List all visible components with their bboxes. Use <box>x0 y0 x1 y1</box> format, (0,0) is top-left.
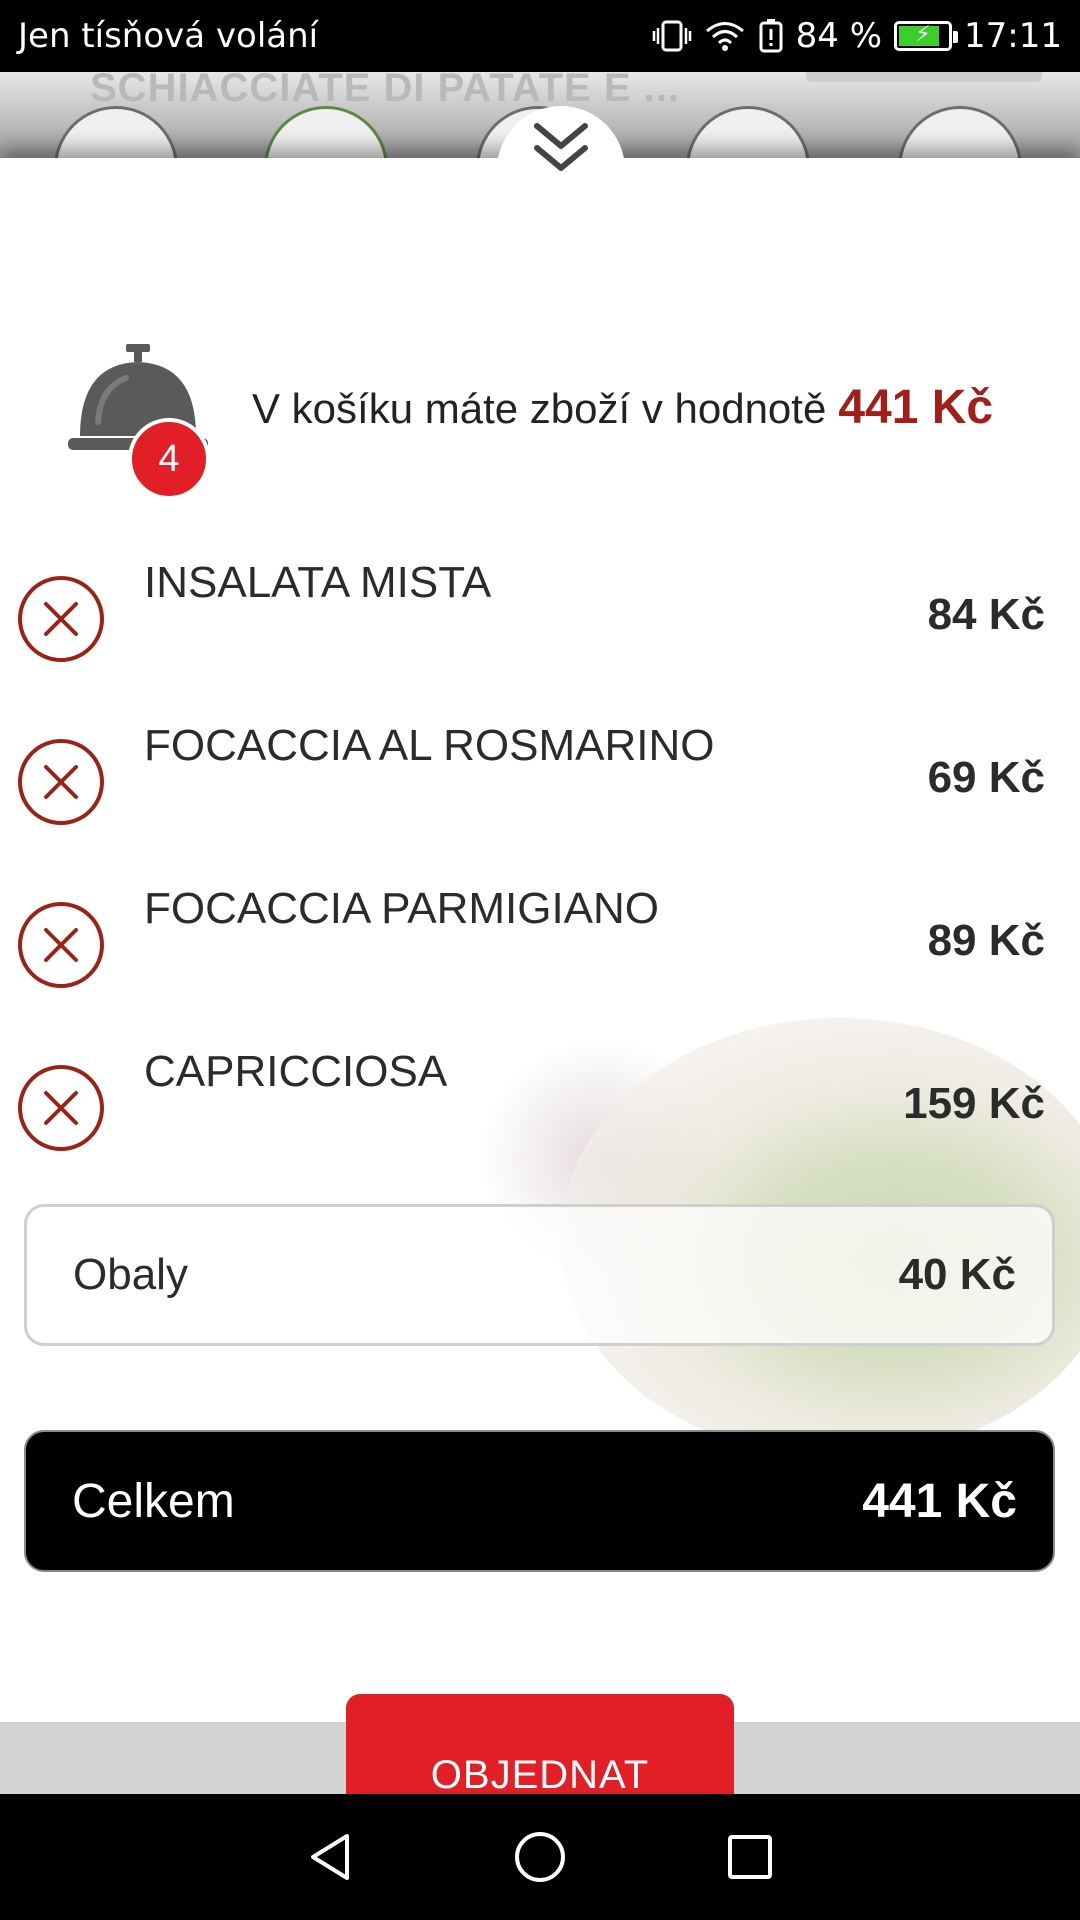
close-icon <box>44 602 78 636</box>
total-label: Celkem <box>72 1474 235 1528</box>
battery-percent: 84 % <box>795 16 883 56</box>
remove-item-button[interactable] <box>18 739 104 825</box>
cart-summary-text: V košíku máte zboží v hodnotě <box>252 385 827 432</box>
home-icon <box>515 1832 565 1882</box>
status-bar: Jen tísňová volání 84 % ⚡ 17:11 <box>0 0 1080 72</box>
cart-header: 4 V košíku máte zboží v hodnotě 441 Kč <box>0 338 1080 500</box>
charging-bolt-icon: ⚡ <box>915 22 931 48</box>
item-name: CAPRICCIOSA <box>144 1047 448 1096</box>
carrier-text: Jen tísňová volání <box>18 16 319 56</box>
cart-item: INSALATA MISTA 84 Kč <box>0 558 1080 721</box>
cart-item: FOCACCIA PARMIGIANO 89 Kč <box>0 884 1080 1047</box>
recents-button[interactable] <box>720 1827 780 1887</box>
cart-summary: V košíku máte zboží v hodnotě 441 Kč <box>252 380 993 435</box>
cart-summary-value: 441 Kč <box>838 381 994 434</box>
total-price: 441 Kč <box>862 1474 1017 1528</box>
item-name: FOCACCIA PARMIGIANO <box>144 884 660 933</box>
item-price: 69 Kč <box>927 753 1045 802</box>
remove-item-button[interactable] <box>18 576 104 662</box>
remove-item-button[interactable] <box>18 902 104 988</box>
battery-alert-icon <box>758 19 784 53</box>
item-price: 159 Kč <box>903 1079 1045 1128</box>
back-icon <box>311 1834 349 1880</box>
vibrate-icon <box>652 19 692 53</box>
item-price: 89 Kč <box>927 916 1045 965</box>
category-icon <box>264 106 388 160</box>
packaging-label: Obaly <box>73 1250 188 1299</box>
cart-item: FOCACCIA AL ROSMARINO 69 Kč <box>0 721 1080 884</box>
back-button[interactable] <box>300 1827 360 1887</box>
background-page-title: SCHIACCIATE DI PATATE E ... <box>90 72 680 110</box>
packaging-price: 40 Kč <box>898 1250 1016 1299</box>
home-button[interactable] <box>510 1827 570 1887</box>
packaging-row: Obaly 40 Kč <box>24 1204 1055 1346</box>
chevron-double-down-icon <box>534 123 588 171</box>
recents-icon <box>728 1835 772 1879</box>
background-page-tab <box>806 72 1042 82</box>
cart-item: CAPRICCIOSA 159 Kč <box>0 1047 1080 1210</box>
item-name: FOCACCIA AL ROSMARINO <box>144 721 715 770</box>
cart-sheet: 4 V košíku máte zboží v hodnotě 441 Kč IN… <box>0 158 1080 1794</box>
cart-count-badge: 4 <box>128 418 210 500</box>
close-icon <box>44 1091 78 1125</box>
system-nav-bar <box>0 1794 1080 1920</box>
wifi-icon <box>704 19 746 53</box>
battery-icon: ⚡ <box>894 21 959 51</box>
cart-items-list: INSALATA MISTA 84 Kč FOCACCIA AL ROSMARI… <box>0 558 1080 1210</box>
remove-item-button[interactable] <box>18 1065 104 1151</box>
clock: 17:11 <box>964 16 1062 56</box>
item-price: 84 Kč <box>927 590 1045 639</box>
status-icons: 84 % ⚡ 17:11 <box>652 16 1062 56</box>
category-icon <box>898 106 1022 160</box>
item-name: INSALATA MISTA <box>144 558 492 607</box>
category-icon <box>686 106 810 160</box>
close-icon <box>44 765 78 799</box>
order-button[interactable]: OBJEDNAT <box>346 1694 734 1794</box>
total-row: Celkem 441 Kč <box>24 1430 1055 1572</box>
close-icon <box>44 928 78 962</box>
category-icon <box>54 106 178 160</box>
